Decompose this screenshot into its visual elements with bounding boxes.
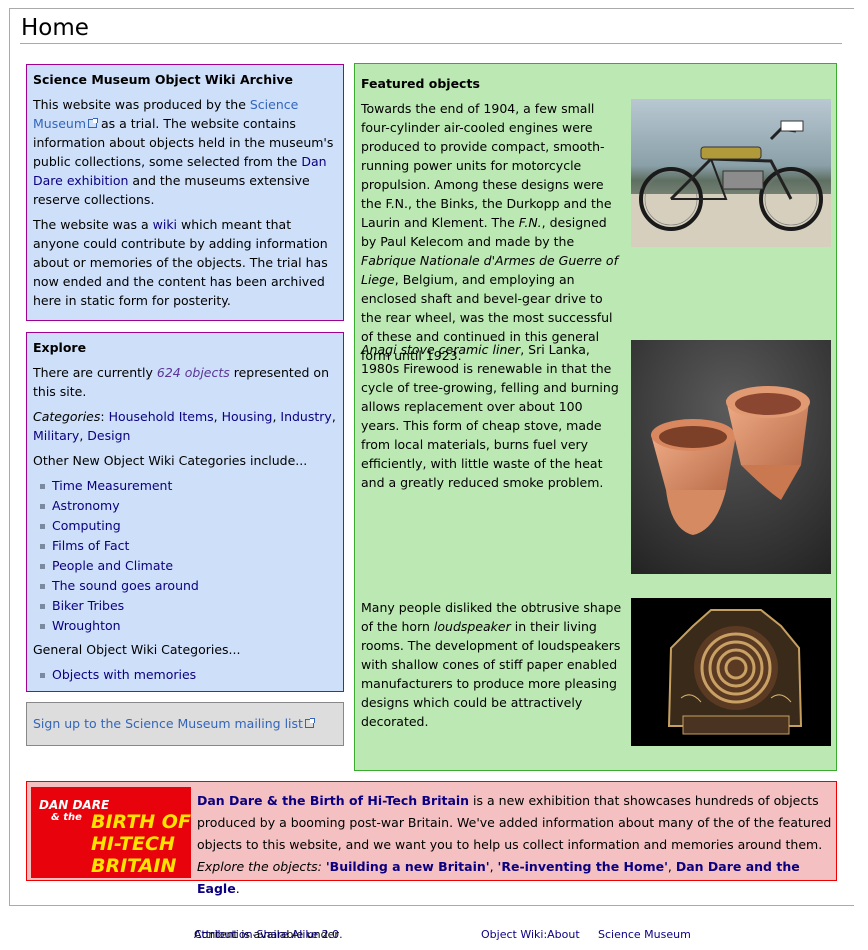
wiki-link[interactable]: wiki — [153, 217, 177, 232]
list-item: The sound goes around — [33, 576, 337, 596]
dan-dare-exhibition-title-link[interactable]: Dan Dare & the Birth of Hi-Tech Britain — [197, 793, 469, 808]
category-household-items[interactable]: Household Items — [109, 409, 214, 424]
external-link-icon — [304, 718, 315, 728]
archive-paragraph-2: The website was a wiki which meant that … — [33, 215, 337, 310]
list-item: Wroughton — [33, 616, 337, 636]
mailing-list-link[interactable]: Sign up to the Science Museum mailing li… — [33, 716, 315, 731]
category-sound-goes-around[interactable]: The sound goes around — [52, 578, 199, 593]
archive-paragraph-1: This website was produced by the Science… — [33, 95, 337, 209]
dan-dare-logo[interactable]: DAN DARE & the BIRTH OF HI-TECH BRITAIN — [31, 787, 191, 878]
footer-about-link[interactable]: Object Wiki:About — [481, 928, 580, 942]
list-item: Time Measurement — [33, 476, 337, 496]
category-computing[interactable]: Computing — [52, 518, 121, 533]
list-item: Films of Fact — [33, 536, 337, 556]
category-people-and-climate[interactable]: People and Climate — [52, 558, 173, 573]
general-categories-label: General Object Wiki Categories... — [33, 642, 241, 657]
general-categories-list: Objects with memories — [33, 665, 337, 685]
loudspeaker-image[interactable] — [631, 598, 831, 746]
explore-heading: Explore — [33, 340, 87, 355]
category-industry[interactable]: Industry — [280, 409, 331, 424]
category-objects-with-memories[interactable]: Objects with memories — [52, 667, 196, 682]
reinventing-home-link[interactable]: 'Re-inventing the Home' — [498, 859, 668, 874]
mailing-list-box: Sign up to the Science Museum mailing li… — [26, 702, 344, 746]
footer-science-museum-link[interactable]: Science Museum — [598, 928, 691, 942]
featured-objects-box: Featured objects Towards the end of 1904… — [354, 63, 837, 771]
list-item: Computing — [33, 516, 337, 536]
other-categories-list: Time Measurement Astronomy Computing Fil… — [33, 476, 337, 636]
list-item: Objects with memories — [33, 665, 337, 685]
archive-text: The website was a — [33, 217, 153, 232]
archive-heading: Science Museum Object Wiki Archive — [33, 72, 293, 87]
dan-dare-box: DAN DARE & the BIRTH OF HI-TECH BRITAIN … — [26, 781, 837, 896]
page-title: Home — [21, 15, 89, 41]
logo-text: & the — [51, 812, 82, 823]
explore-objects-label: Explore the objects: — [197, 859, 326, 874]
dan-dare-description: Dan Dare & the Birth of Hi-Tech Britain … — [197, 793, 832, 896]
objects-count-link[interactable]: 624 objects — [157, 365, 230, 380]
featured-item-stove-text: Anagi stove ceramic liner, Sri Lanka, 19… — [361, 342, 619, 490]
list-item: Biker Tribes — [33, 596, 337, 616]
category-housing[interactable]: Housing — [222, 409, 273, 424]
other-categories-label: Other New Object Wiki Categories include… — [33, 453, 308, 468]
featured-item-motorcycle-text: Towards the end of 1904, a few small fou… — [361, 101, 618, 363]
list-item: Astronomy — [33, 496, 337, 516]
archive-text: This website was produced by the — [33, 97, 250, 112]
title-divider — [20, 43, 842, 44]
object-count: There are currently 624 objects represen… — [33, 365, 329, 399]
category-films-of-fact[interactable]: Films of Fact — [52, 538, 129, 553]
category-biker-tribes[interactable]: Biker Tribes — [52, 598, 124, 613]
category-astronomy[interactable]: Astronomy — [52, 498, 120, 513]
list-item: People and Climate — [33, 556, 337, 576]
category-military[interactable]: Military — [33, 428, 79, 443]
categories-label: Categories — [33, 409, 101, 424]
featured-heading: Featured objects — [361, 76, 480, 91]
featured-item-loudspeaker-text: Many people disliked the obtrusive shape… — [361, 600, 622, 729]
explore-box: Explore There are currently 624 objects … — [26, 332, 344, 692]
license-link[interactable]: Attribution-Share Alike 2.0. — [194, 928, 343, 942]
stove-liner-image[interactable] — [631, 340, 831, 574]
logo-text: BRITAIN — [91, 855, 176, 877]
motorcycle-image[interactable] — [631, 99, 831, 247]
archive-box: Science Museum Object Wiki Archive This … — [26, 64, 344, 321]
category-design[interactable]: Design — [87, 428, 130, 443]
external-link-icon — [88, 118, 99, 128]
category-wroughton[interactable]: Wroughton — [52, 618, 121, 633]
categories-line: Categories: Household Items, Housing, In… — [33, 409, 336, 443]
category-time-measurement[interactable]: Time Measurement — [52, 478, 172, 493]
logo-text: BIRTH OF — [91, 811, 191, 833]
logo-text: DAN DARE — [39, 798, 110, 812]
logo-text: HI-TECH — [91, 833, 175, 855]
building-new-britain-link[interactable]: 'Building a new Britain' — [326, 859, 490, 874]
